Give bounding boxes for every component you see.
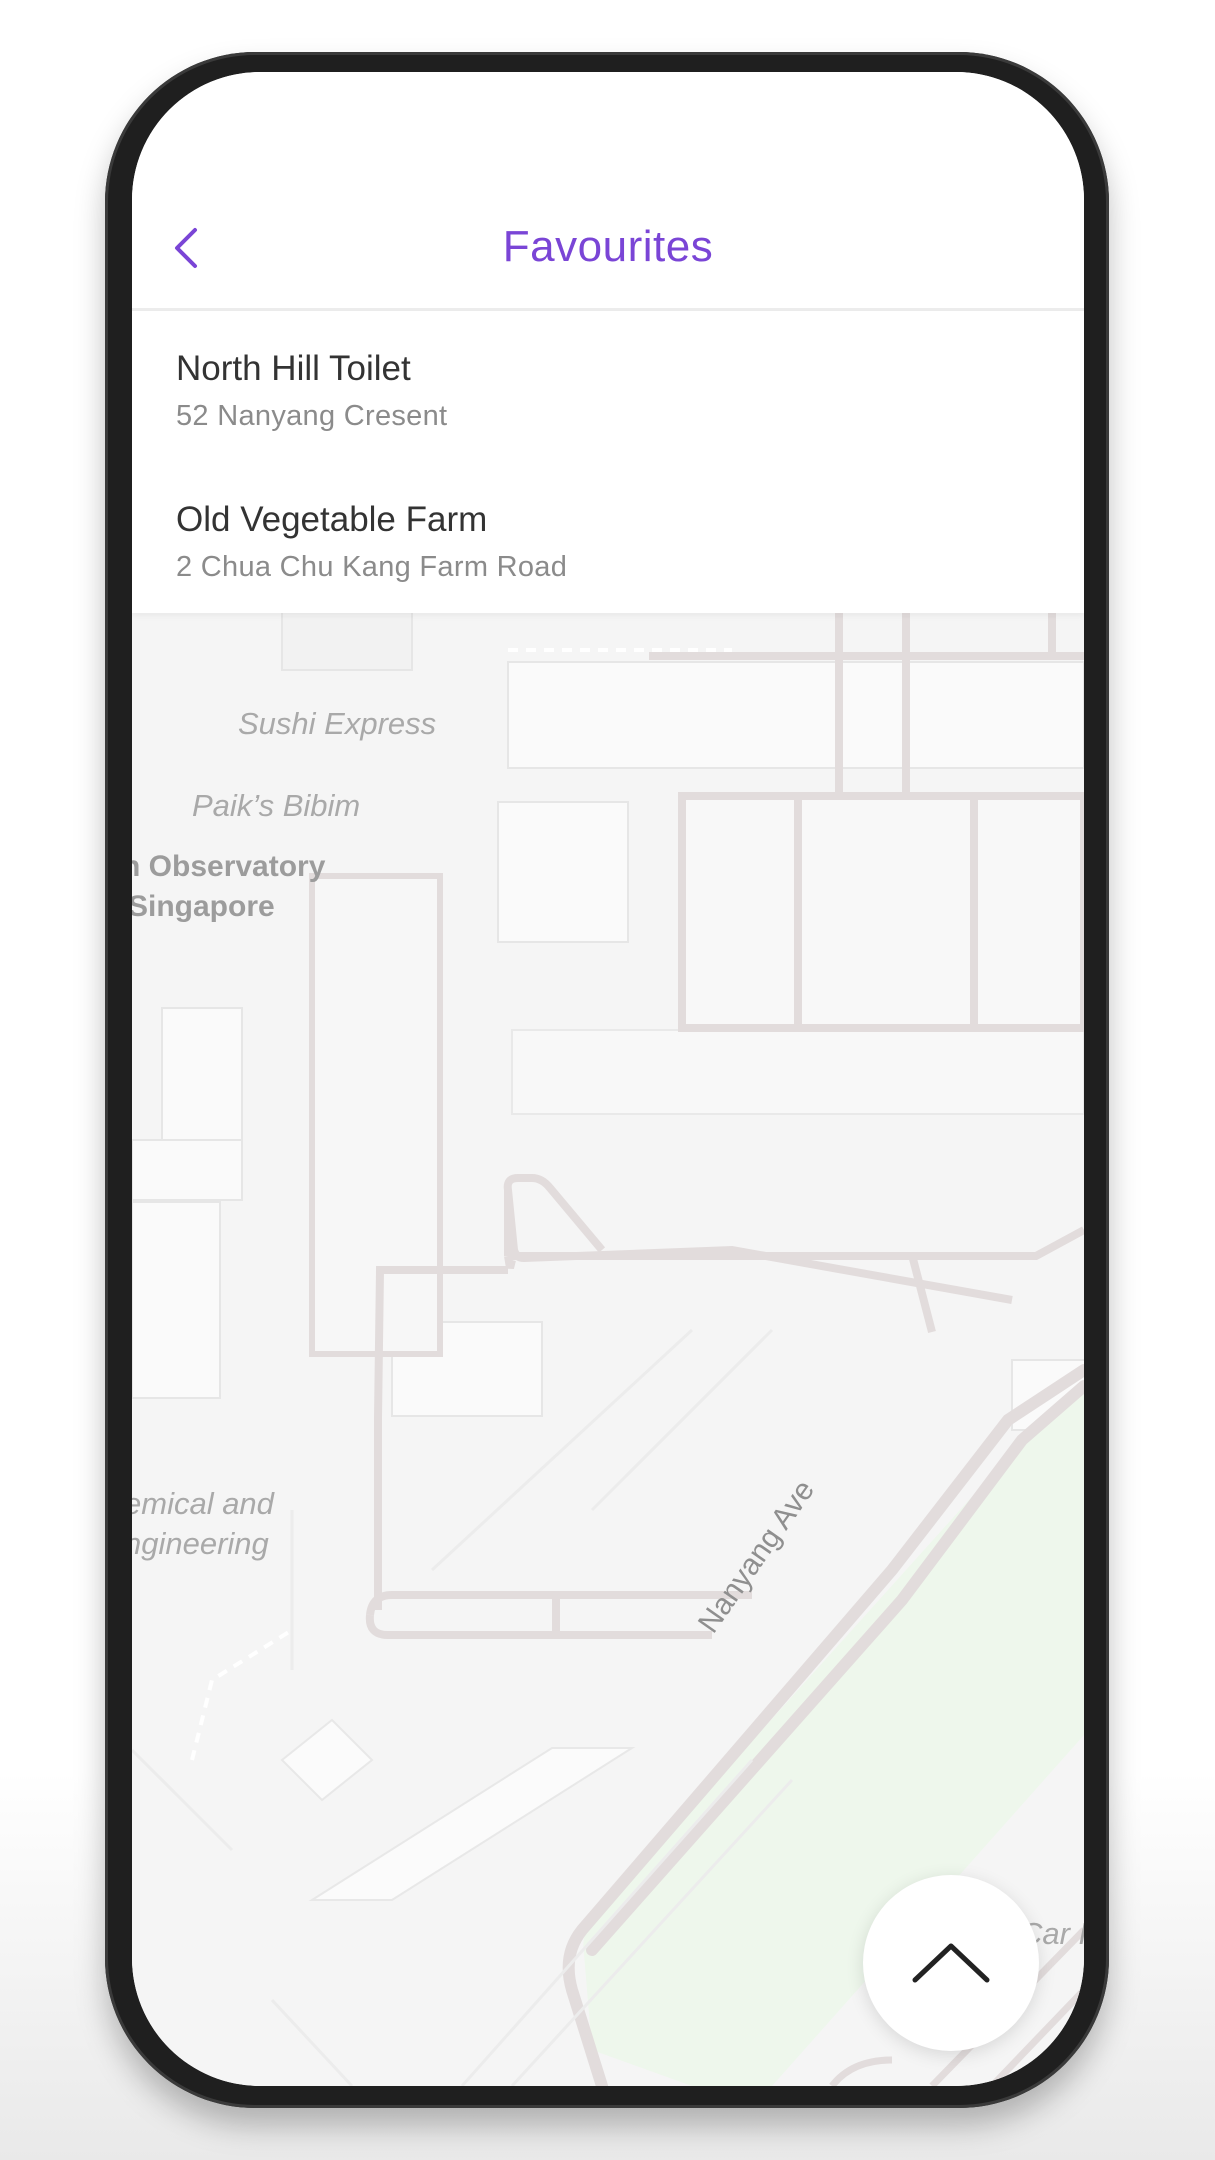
map-label-chemical-line1: emical and [132,1486,274,1521]
favourite-address: 52 Nanyang Cresent [176,400,448,432]
map-view[interactable]: Sushi Express Paik’s Bibim n Observatory… [132,610,1084,2086]
favourite-item[interactable]: Old Vegetable Farm 2 Chua Chu Kang Farm … [132,462,1084,613]
favourite-item[interactable]: North Hill Toilet 52 Nanyang Cresent [132,311,1084,462]
map-label-observatory-line1: n Observatory [132,850,326,883]
favourites-list: North Hill Toilet 52 Nanyang Cresent Old… [132,311,1084,613]
favourite-name: Old Vegetable Farm [176,500,488,539]
top-bar: Favourites [132,72,1084,311]
map-label-observatory-line2: Singapore [132,890,275,923]
map-label-paiks-bibim: Paik’s Bibim [192,788,361,823]
page-title: Favourites [502,222,714,271]
app-screen: Sushi Express Paik’s Bibim n Observatory… [132,72,1084,2086]
favourite-name: North Hill Toilet [176,349,411,388]
chevron-up-icon [912,1943,990,1983]
map-canvas [132,610,1084,2086]
favourite-address: 2 Chua Chu Kang Farm Road [176,551,568,583]
expand-sheet-button[interactable] [863,1875,1039,2051]
map-label-sushi-express: Sushi Express [238,706,437,741]
map-label-chemical-line2: ngineering [132,1526,269,1561]
